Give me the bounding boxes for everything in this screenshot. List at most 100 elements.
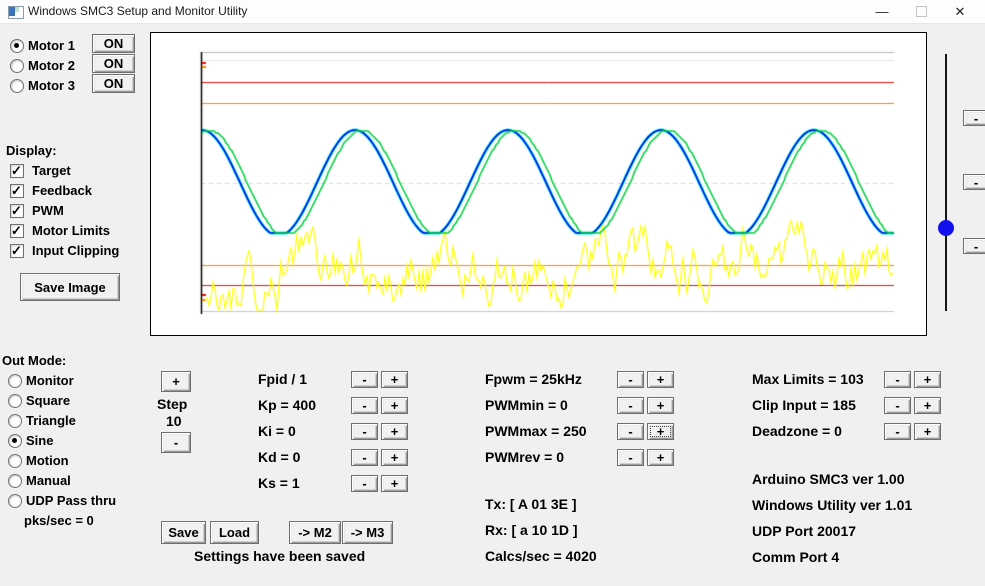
out-mode-manual-radio[interactable] [8, 474, 22, 488]
out-mode-square-label: Square [26, 393, 71, 408]
pwmmin-minus-button[interactable]: - [617, 397, 644, 414]
pks-per-sec-value: pks/sec = 0 [24, 513, 94, 528]
title-bar: Windows SMC3 Setup and Monitor Utility —… [0, 0, 985, 24]
motor1-label: Motor 1 [28, 38, 75, 53]
out-mode-heading: Out Mode: [2, 353, 67, 368]
utility-version: Windows Utility ver 1.01 [752, 497, 913, 513]
pwmmax-label: PWMmax = 250 [485, 423, 587, 439]
calcs-per-sec-value: Calcs/sec = 4020 [485, 548, 597, 564]
display-heading: Display: [6, 143, 57, 158]
tx-value: Tx: [ A 01 3E ] [485, 496, 577, 512]
ki-label: Ki = 0 [258, 423, 296, 439]
out-mode-udp-radio[interactable] [8, 494, 22, 508]
kp-label: Kp = 400 [258, 397, 316, 413]
ki-minus-button[interactable]: - [351, 423, 378, 440]
status-message: Settings have been saved [194, 548, 366, 564]
out-mode-sine-label: Sine [26, 433, 54, 448]
motor1-on-button[interactable]: ON [92, 34, 135, 53]
out-mode-triangle-radio[interactable] [8, 414, 22, 428]
target-checkbox[interactable] [10, 163, 24, 179]
step-plus-button[interactable]: + [161, 371, 191, 392]
fpid-label: Fpid / 1 [258, 371, 307, 387]
ks-minus-button[interactable]: - [351, 475, 378, 492]
kd-minus-button[interactable]: - [351, 449, 378, 466]
pwmrev-minus-button[interactable]: - [617, 449, 644, 466]
fpwm-plus-button[interactable]: + [647, 371, 674, 388]
minimize-button[interactable]: — [866, 0, 898, 23]
max-limits-label: Max Limits = 103 [752, 371, 864, 387]
fpwm-label: Fpwm = 25kHz [485, 371, 582, 387]
motor-limits-checkbox[interactable] [10, 223, 24, 239]
load-button[interactable]: Load [210, 521, 259, 544]
motor3-on-button[interactable]: ON [92, 74, 135, 93]
motor2-radio[interactable] [10, 59, 24, 73]
pwmrev-plus-button[interactable]: + [647, 449, 674, 466]
fpid-minus-button[interactable]: - [351, 371, 378, 388]
maximize-button [905, 0, 937, 23]
app-icon [8, 6, 24, 19]
out-mode-manual-label: Manual [26, 473, 71, 488]
pwmmax-minus-button[interactable]: - [617, 423, 644, 440]
pwmmin-plus-button[interactable]: + [647, 397, 674, 414]
clip-input-plus-button[interactable]: + [914, 397, 941, 414]
target-checkbox-label: Target [32, 163, 71, 178]
pwmmin-label: PWMmin = 0 [485, 397, 568, 413]
deadzone-label: Deadzone = 0 [752, 423, 842, 439]
out-mode-motion-label: Motion [26, 453, 69, 468]
out-mode-square-radio[interactable] [8, 394, 22, 408]
ki-plus-button[interactable]: + [381, 423, 408, 440]
input-clipping-checkbox[interactable] [10, 243, 24, 259]
kp-plus-button[interactable]: + [381, 397, 408, 414]
copy-to-m2-button[interactable]: -> M2 [289, 521, 341, 544]
copy-to-m3-button[interactable]: -> M3 [342, 521, 393, 544]
ks-label: Ks = 1 [258, 475, 300, 491]
feedback-checkbox[interactable] [10, 183, 24, 199]
clip-input-label: Clip Input = 185 [752, 397, 856, 413]
pwmmax-plus-button[interactable]: + [647, 423, 674, 440]
scale-slider-thumb[interactable] [938, 220, 954, 236]
motor3-label: Motor 3 [28, 78, 75, 93]
rx-value: Rx: [ a 10 1D ] [485, 522, 578, 538]
ks-plus-button[interactable]: + [381, 475, 408, 492]
pwmrev-label: PWMrev = 0 [485, 449, 564, 465]
out-mode-sine-radio[interactable] [8, 434, 22, 448]
maximize-icon [915, 6, 927, 17]
scale-slider-track[interactable] [945, 54, 947, 311]
max-limits-plus-button[interactable]: + [914, 371, 941, 388]
udp-port: UDP Port 20017 [752, 523, 857, 539]
motor-limits-checkbox-label: Motor Limits [32, 223, 110, 238]
out-mode-monitor-label: Monitor [26, 373, 74, 388]
deadzone-minus-button[interactable]: - [884, 423, 911, 440]
clip-input-minus-button[interactable]: - [884, 397, 911, 414]
kd-plus-button[interactable]: + [381, 449, 408, 466]
save-button[interactable]: Save [161, 521, 206, 544]
close-button[interactable]: ✕ [944, 0, 976, 23]
out-mode-monitor-radio[interactable] [8, 374, 22, 388]
pwm-checkbox-label: PWM [32, 203, 64, 218]
step-minus-button[interactable]: - [161, 432, 191, 453]
waveform-chart [150, 32, 927, 336]
motor1-radio[interactable] [10, 39, 24, 53]
comm-port: Comm Port 4 [752, 549, 840, 565]
pwm-checkbox[interactable] [10, 203, 24, 219]
step-label: Step [157, 396, 188, 412]
kd-label: Kd = 0 [258, 449, 301, 465]
waveform-plot [151, 33, 924, 333]
out-mode-udp-label: UDP Pass thru [26, 493, 117, 508]
right-minus-button-3[interactable]: - [963, 238, 985, 254]
arduino-version: Arduino SMC3 ver 1.00 [752, 471, 905, 487]
fpwm-minus-button[interactable]: - [617, 371, 644, 388]
fpid-plus-button[interactable]: + [381, 371, 408, 388]
deadzone-plus-button[interactable]: + [914, 423, 941, 440]
save-image-button[interactable]: Save Image [20, 273, 120, 301]
motor2-on-button[interactable]: ON [92, 54, 135, 73]
right-minus-button-2[interactable]: - [963, 174, 985, 190]
kp-minus-button[interactable]: - [351, 397, 378, 414]
motor2-label: Motor 2 [28, 58, 75, 73]
out-mode-triangle-label: Triangle [26, 413, 76, 428]
max-limits-minus-button[interactable]: - [884, 371, 911, 388]
motor3-radio[interactable] [10, 79, 24, 93]
out-mode-motion-radio[interactable] [8, 454, 22, 468]
right-minus-button-1[interactable]: - [963, 110, 985, 126]
step-value: 10 [166, 413, 182, 429]
